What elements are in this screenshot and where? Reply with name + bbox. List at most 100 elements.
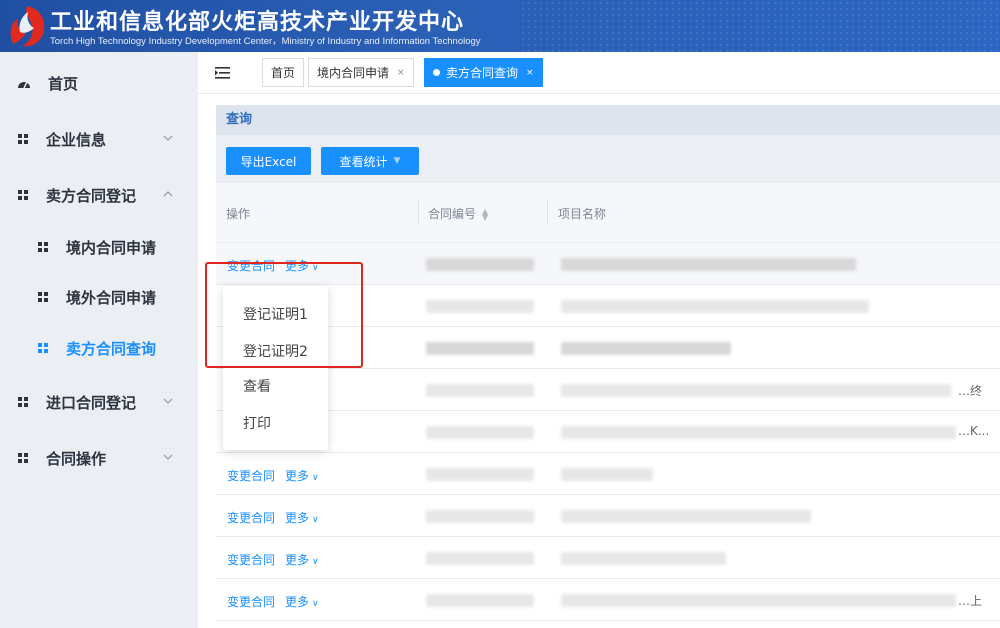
- grid-icon: [38, 241, 49, 253]
- torch-logo-icon: [10, 6, 45, 47]
- more-link[interactable]: 更多: [285, 553, 309, 567]
- grid-icon: [38, 342, 49, 354]
- contract-no-value: [426, 384, 534, 397]
- project-name-value: [561, 258, 856, 271]
- sidebar-item-home[interactable]: 首页: [0, 63, 198, 103]
- sidebar-item-seller-query[interactable]: 卖方合同查询: [0, 328, 198, 368]
- contract-no-value: [426, 300, 534, 313]
- project-name-tail: …上: [958, 594, 983, 608]
- column-divider: [547, 201, 548, 225]
- dashboard-icon: [18, 81, 30, 88]
- highlight-annotation: [205, 262, 363, 368]
- sidebar-item-import-contract[interactable]: 进口合同登记: [0, 382, 198, 422]
- project-name-value: [561, 552, 726, 565]
- tab-home[interactable]: 首页: [262, 58, 305, 87]
- tab-seller-query[interactable]: 卖方合同查询 ×: [424, 58, 543, 87]
- action-bar: 导出Excel 查看统计 ▼: [216, 135, 1000, 183]
- chevron-down-icon: ▼: [393, 156, 401, 166]
- contract-no-value: [426, 258, 534, 271]
- sort-icon[interactable]: ▲ ▼: [482, 207, 488, 221]
- project-name-value: [561, 384, 951, 397]
- grid-icon: [18, 396, 29, 408]
- sidebar-item-label: 境内合同申请: [66, 238, 157, 257]
- header-pattern: [520, 0, 1000, 52]
- sidebar-item-label: 进口合同登记: [46, 393, 137, 412]
- sidebar-item-label: 首页: [48, 74, 79, 93]
- chevron-down-icon: ∨: [312, 473, 319, 483]
- export-excel-button[interactable]: 导出Excel: [226, 147, 311, 175]
- table-row[interactable]: …K...: [216, 411, 1000, 453]
- row-actions: 变更合同 更多 ∨: [227, 593, 319, 610]
- close-icon[interactable]: ×: [397, 68, 405, 78]
- menu-fold-icon[interactable]: [214, 65, 232, 81]
- column-header-project-name: 项目名称: [558, 207, 607, 221]
- contract-no-value: [426, 552, 534, 565]
- sidebar-item-contract-ops[interactable]: 合同操作: [0, 438, 198, 478]
- more-link[interactable]: 更多: [285, 469, 309, 483]
- row-actions: 变更合同 更多 ∨: [227, 509, 319, 526]
- grid-icon: [18, 452, 29, 464]
- tab-label: 卖方合同查询: [446, 66, 519, 80]
- more-link[interactable]: 更多: [285, 511, 309, 525]
- sidebar-item-label: 境外合同申请: [66, 288, 157, 307]
- button-label: 查看统计: [339, 154, 388, 169]
- sidebar-item-overseas-apply[interactable]: 境外合同申请: [0, 277, 198, 317]
- grid-icon: [18, 189, 29, 201]
- sidebar-item-label: 合同操作: [46, 449, 107, 468]
- sidebar-item-domestic-apply[interactable]: 境内合同申请: [0, 227, 198, 267]
- change-contract-link[interactable]: 变更合同: [227, 595, 275, 609]
- sidebar-item-label: 卖方合同查询: [66, 339, 157, 358]
- sidebar-item-seller-contract[interactable]: 卖方合同登记: [0, 175, 198, 215]
- table-header: 操作 合同编号 ▲ ▼ 项目名称: [216, 183, 1000, 243]
- column-header-contract-no[interactable]: 合同编号 ▲ ▼: [428, 205, 488, 222]
- more-link[interactable]: 更多: [285, 595, 309, 609]
- table-row[interactable]: 变更合同 更多 ∨: [216, 537, 1000, 579]
- tab-domestic-apply[interactable]: 境内合同申请 ×: [308, 58, 414, 87]
- change-contract-link[interactable]: 变更合同: [227, 511, 275, 525]
- chevron-down-icon: ∨: [312, 515, 319, 525]
- tab-bar: 首页 境内合同申请 × 卖方合同查询 ×: [198, 52, 1000, 94]
- tab-label: 境内合同申请: [317, 66, 390, 80]
- sidebar-item-company-info[interactable]: 企业信息: [0, 119, 198, 159]
- sidebar-item-label: 企业信息: [46, 130, 107, 149]
- menu-item-print[interactable]: 打印: [243, 413, 271, 433]
- project-name-value: [561, 510, 811, 523]
- app-title: 工业和信息化部火炬高技术产业开发中心: [50, 10, 465, 35]
- chevron-up-icon: [163, 191, 173, 197]
- button-label: 导出Excel: [240, 154, 297, 169]
- app-subtitle: Torch High Technology Industry Developme…: [50, 36, 481, 47]
- project-name-tail: …终: [958, 384, 983, 398]
- column-header-label: 合同编号: [428, 207, 477, 221]
- chevron-down-icon: [163, 454, 173, 460]
- column-header-operation: 操作: [226, 207, 251, 221]
- table-row[interactable]: 变更合同 更多 ∨ …上: [216, 579, 1000, 621]
- grid-icon: [38, 291, 49, 303]
- tab-label: 首页: [271, 66, 296, 80]
- grid-icon: [18, 133, 29, 145]
- contract-no-value: [426, 468, 534, 481]
- contract-no-value: [426, 426, 534, 439]
- change-contract-link[interactable]: 变更合同: [227, 553, 275, 567]
- project-name-value: [561, 468, 653, 481]
- active-dot-icon: [433, 69, 440, 76]
- table-row[interactable]: 变更合同 更多 ∨: [216, 453, 1000, 495]
- close-icon[interactable]: ×: [526, 68, 534, 78]
- chevron-down-icon: [163, 135, 173, 141]
- sidebar: 首页 企业信息 卖方合同登记 境内合同申请 境外合同申请 卖方合同查询 进口合同…: [0, 52, 198, 628]
- contract-no-value: [426, 342, 534, 355]
- project-name-value: [561, 342, 731, 355]
- contract-no-value: [426, 594, 534, 607]
- project-name-value: [561, 300, 869, 313]
- view-stats-button[interactable]: 查看统计 ▼: [321, 147, 419, 175]
- table-row[interactable]: …终: [216, 369, 1000, 411]
- app-header: 工业和信息化部火炬高技术产业开发中心 Torch High Technology…: [0, 0, 1000, 52]
- row-actions: 变更合同 更多 ∨: [227, 467, 319, 484]
- sidebar-item-label: 卖方合同登记: [46, 186, 137, 205]
- change-contract-link[interactable]: 变更合同: [227, 469, 275, 483]
- row-actions: 变更合同 更多 ∨: [227, 551, 319, 568]
- contract-no-value: [426, 510, 534, 523]
- menu-item-view[interactable]: 查看: [243, 376, 271, 396]
- project-name-tail: …K...: [958, 424, 990, 438]
- table-row[interactable]: 变更合同 更多 ∨: [216, 495, 1000, 537]
- chevron-down-icon: ∨: [312, 557, 319, 567]
